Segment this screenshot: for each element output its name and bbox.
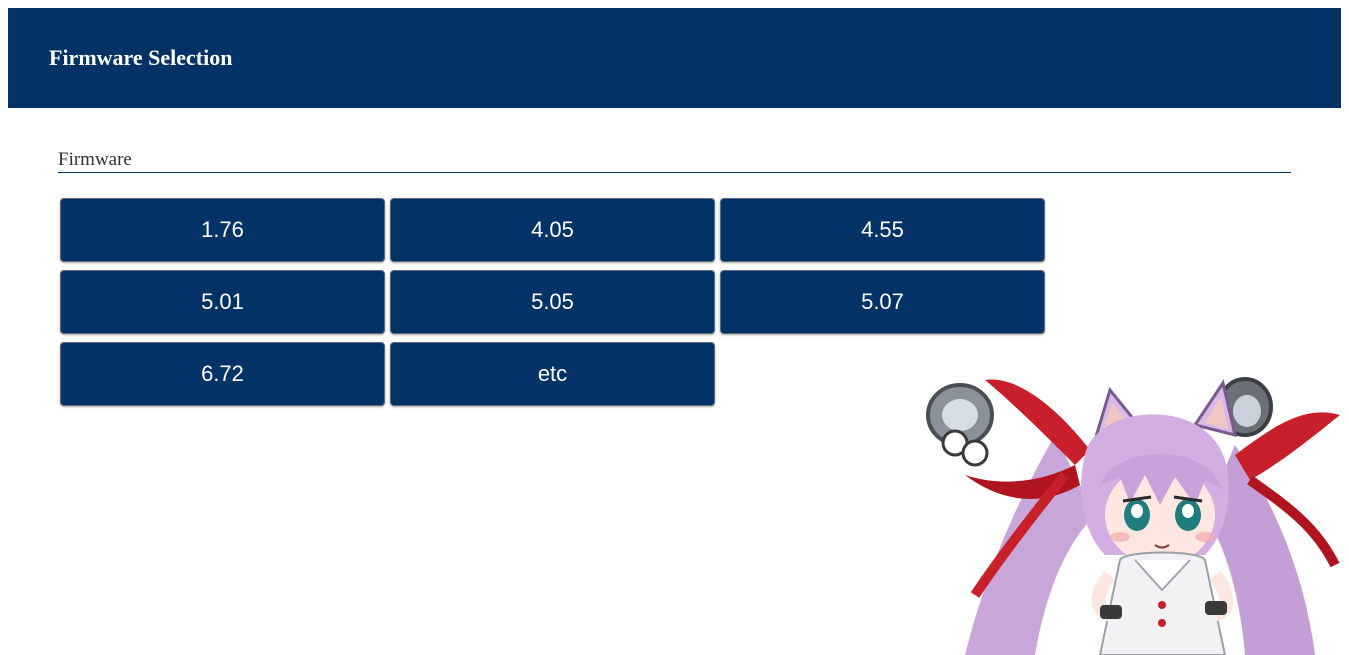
firmware-button-5-07[interactable]: 5.07 <box>720 270 1045 334</box>
firmware-button-1-76[interactable]: 1.76 <box>60 198 385 262</box>
firmware-button-5-05[interactable]: 5.05 <box>390 270 715 334</box>
page-title: Firmware Selection <box>49 45 233 70</box>
header-banner: Firmware Selection <box>8 8 1341 108</box>
page: Firmware Selection Firmware 1.76 4.05 4.… <box>0 0 1349 655</box>
mascot-illustration <box>905 365 1345 655</box>
firmware-section-label: Firmware <box>58 148 1291 173</box>
firmware-button-4-55[interactable]: 4.55 <box>720 198 1045 262</box>
firmware-button-etc[interactable]: etc <box>390 342 715 406</box>
firmware-button-grid: 1.76 4.05 4.55 5.01 5.05 5.07 6.72 etc <box>60 198 1045 406</box>
anime-catgirl-mascot-icon <box>926 377 1340 655</box>
firmware-button-4-05[interactable]: 4.05 <box>390 198 715 262</box>
firmware-button-6-72[interactable]: 6.72 <box>60 342 385 406</box>
firmware-button-5-01[interactable]: 5.01 <box>60 270 385 334</box>
